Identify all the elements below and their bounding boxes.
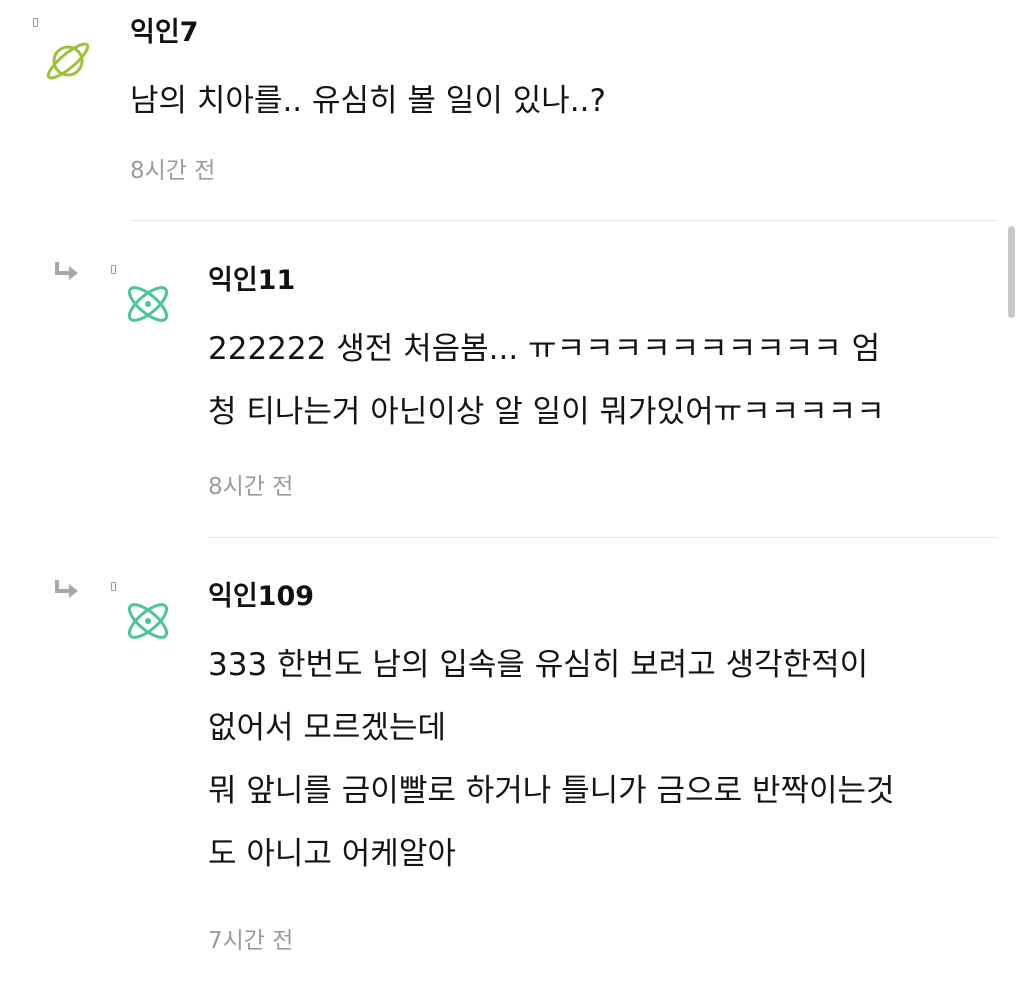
comment-text: 333 한번도 남의 입속을 유심히 보려고 생각한적이 없어서 모르겠는데 뭐…	[208, 634, 895, 886]
planet-icon[interactable]	[42, 35, 94, 87]
user-badge-icon	[111, 582, 116, 591]
comment-text-line: 뭐 앞니를 금이빨로 하거나 틀니가 금으로 반짝이는것	[208, 773, 895, 809]
comment-text-line: 남의 치아를.. 유심히 볼 일이 있나..?	[130, 83, 606, 119]
comment-text-line: 333 한번도 남의 입속을 유심히 보려고 생각한적이	[208, 647, 869, 683]
comment-text-line: 도 아니고 어케알아	[208, 836, 456, 872]
reply-arrow-icon	[54, 578, 80, 600]
atom-icon[interactable]	[122, 278, 174, 330]
atom-icon[interactable]	[122, 595, 174, 647]
reply-comment-item: 익인11 222222 생전 처음봄... ㅠㅋㅋㅋㅋㅋㅋㅋㅋㅋㅋ 엄 청 티나…	[0, 221, 1024, 537]
user-badge-icon	[111, 265, 116, 274]
scrollbar[interactable]	[1008, 226, 1015, 318]
comment-timestamp: 8시간 전	[130, 158, 216, 184]
comment-item: 익인7 남의 치아를.. 유심히 볼 일이 있나..? 8시간 전	[0, 0, 1024, 220]
comment-text-line: 없어서 모르겠는데	[208, 710, 447, 746]
comment-text: 222222 생전 처음봄... ㅠㅋㅋㅋㅋㅋㅋㅋㅋㅋㅋ 엄 청 티나는거 아닌…	[208, 318, 885, 444]
reply-comment-item: 익인109 333 한번도 남의 입속을 유심히 보려고 생각한적이 없어서 모…	[0, 538, 1024, 982]
comment-text: 남의 치아를.. 유심히 볼 일이 있나..?	[130, 70, 606, 133]
reply-arrow-icon	[54, 260, 80, 282]
comment-author[interactable]: 익인7	[130, 17, 198, 49]
comment-timestamp: 7시간 전	[208, 928, 294, 954]
comment-author[interactable]: 익인109	[208, 581, 314, 613]
comment-text-line: 청 티나는거 아닌이상 알 일이 뭐가있어ㅠㅋㅋㅋㅋㅋ	[208, 394, 885, 430]
user-badge-icon	[33, 18, 38, 27]
comment-timestamp: 8시간 전	[208, 474, 294, 500]
comment-text-line: 222222 생전 처음봄... ㅠㅋㅋㅋㅋㅋㅋㅋㅋㅋㅋ 엄	[208, 331, 881, 367]
comment-author[interactable]: 익인11	[208, 265, 295, 297]
